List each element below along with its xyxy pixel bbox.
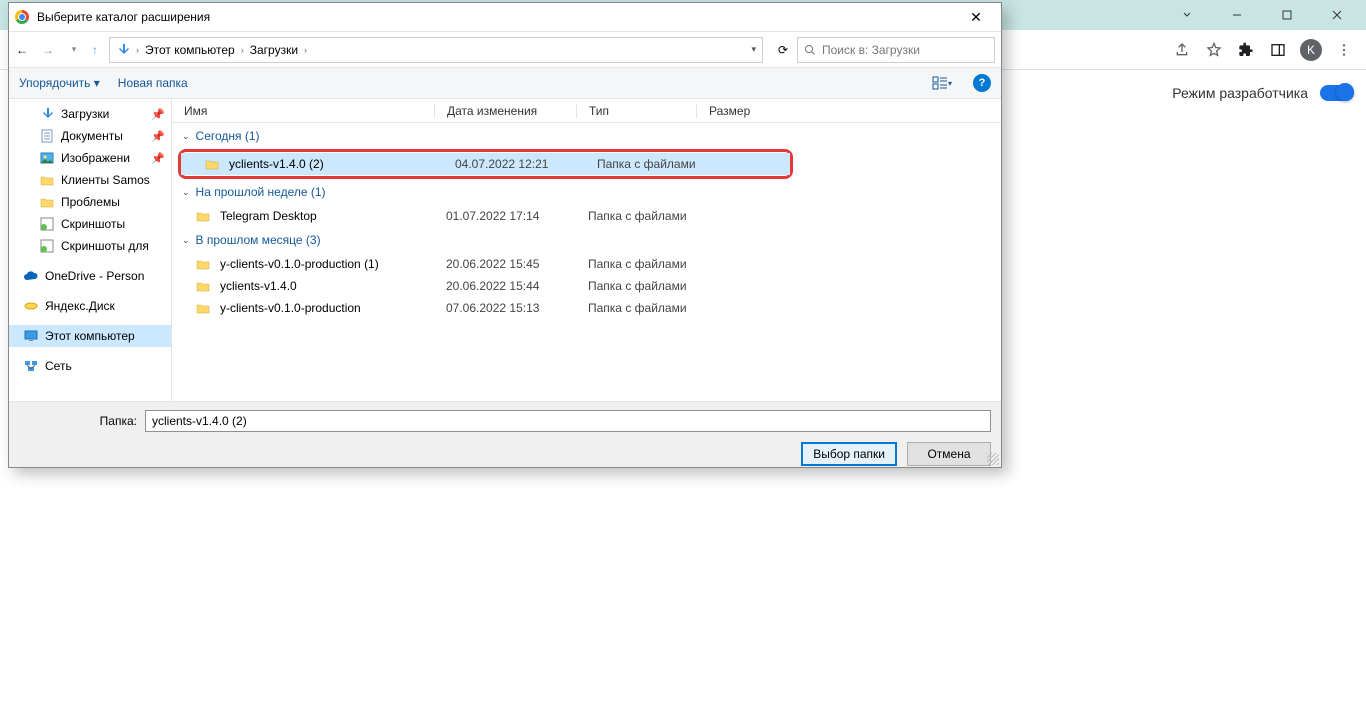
dialog-footer: Папка: Выбор папки Отмена [9, 401, 1001, 467]
col-name[interactable]: Имя [172, 104, 434, 118]
cloud-icon [23, 268, 39, 284]
dialog-close-button[interactable]: ✕ [957, 6, 995, 28]
search-input[interactable]: Поиск в: Загрузки [797, 37, 995, 63]
developer-mode-toggle[interactable] [1320, 85, 1354, 101]
organize-button[interactable]: Упорядочить ▾ [19, 76, 100, 90]
browser-chevron-icon[interactable] [1166, 1, 1208, 29]
minimize-button[interactable] [1216, 1, 1258, 29]
folder-icon [39, 194, 55, 210]
breadcrumb-folder[interactable]: Загрузки [250, 43, 298, 57]
dialog-title: Выберите каталог расширения [37, 10, 210, 24]
downloads-path-icon [116, 43, 130, 57]
folder-name-input[interactable] [145, 410, 991, 432]
path-dropdown-icon[interactable]: ▾ [751, 44, 756, 55]
sidebar-item-downloads[interactable]: Загрузки📌 [9, 103, 171, 125]
search-placeholder: Поиск в: Загрузки [822, 43, 920, 57]
close-button[interactable] [1316, 1, 1358, 29]
select-folder-button[interactable]: Выбор папки [801, 442, 897, 466]
folder-icon [196, 280, 210, 292]
screenshot-icon [39, 238, 55, 254]
yandex-disk-icon [23, 298, 39, 314]
developer-mode-label: Режим разработчика [1172, 85, 1308, 101]
folder-field-label: Папка: [19, 414, 137, 428]
file-row[interactable]: Telegram Desktop 01.07.2022 17:14 Папка … [172, 205, 1001, 227]
dialog-body: Загрузки📌 Документы📌 Изображени📌 Клиенты… [9, 99, 1001, 401]
chevron-right-icon: › [241, 45, 244, 55]
sidebar-item-pictures[interactable]: Изображени📌 [9, 147, 171, 169]
pin-icon: 📌 [151, 108, 165, 121]
column-headers[interactable]: Имя Дата изменения Тип Размер [172, 99, 1001, 123]
col-type[interactable]: Тип [576, 104, 696, 118]
sidepanel-icon[interactable] [1268, 40, 1288, 60]
file-row[interactable]: yclients-v1.4.0 20.06.2022 15:44 Папка с… [172, 275, 1001, 297]
breadcrumb-root[interactable]: Этот компьютер [145, 43, 235, 57]
documents-icon [39, 128, 55, 144]
up-button[interactable]: ↑ [87, 43, 103, 57]
chevron-down-icon: ⌄ [182, 235, 190, 246]
sidebar-item-screenshots-for[interactable]: Скриншоты для [9, 235, 171, 257]
group-header[interactable]: ⌄В прошлом месяце (3) [172, 227, 1001, 253]
folder-icon [196, 210, 210, 222]
pin-icon: 📌 [151, 130, 165, 143]
folder-icon [196, 258, 210, 270]
cancel-button[interactable]: Отмена [907, 442, 991, 466]
col-date[interactable]: Дата изменения [434, 104, 576, 118]
extensions-icon[interactable] [1236, 40, 1256, 60]
group-header[interactable]: ⌄На прошлой неделе (1) [172, 179, 1001, 205]
maximize-button[interactable] [1266, 1, 1308, 29]
recent-chevron-icon[interactable]: ▾ [61, 44, 87, 55]
chevron-down-icon: ⌄ [182, 131, 190, 142]
chrome-icon [15, 10, 29, 24]
help-button[interactable]: ? [973, 74, 991, 92]
pin-icon: 📌 [151, 152, 165, 165]
chevron-right-icon: › [304, 45, 307, 55]
resize-grip[interactable] [987, 453, 999, 465]
folder-picker-dialog: Выберите каталог расширения ✕ ← → ▾ ↑ › … [8, 2, 1002, 468]
sidebar-item-this-pc[interactable]: Этот компьютер [9, 325, 171, 347]
file-row[interactable]: y-clients-v0.1.0-production 07.06.2022 1… [172, 297, 1001, 319]
refresh-button[interactable]: ⟳ [769, 43, 797, 57]
folder-icon [196, 302, 210, 314]
sidebar-item-clients[interactable]: Клиенты Samos [9, 169, 171, 191]
group-header[interactable]: ⌄Сегодня (1) [172, 123, 1001, 149]
breadcrumb-bar[interactable]: › Этот компьютер › Загрузки › ▾ [109, 37, 763, 63]
sidebar-item-screenshots[interactable]: Скриншоты [9, 213, 171, 235]
dialog-toolbar: Упорядочить ▾ Новая папка ▾ ? [9, 67, 1001, 99]
search-icon [804, 44, 816, 56]
sidebar-item-documents[interactable]: Документы📌 [9, 125, 171, 147]
folder-icon [39, 172, 55, 188]
chevron-down-icon: ⌄ [182, 187, 190, 198]
sidebar-item-network[interactable]: Сеть [9, 355, 171, 377]
avatar-letter: K [1307, 43, 1315, 57]
sidebar: Загрузки📌 Документы📌 Изображени📌 Клиенты… [9, 99, 171, 401]
sidebar-item-onedrive[interactable]: OneDrive - Person [9, 265, 171, 287]
view-mode-button[interactable]: ▾ [929, 76, 955, 90]
highlighted-row-callout: yclients-v1.4.0 (2) 04.07.2022 12:21 Пап… [178, 149, 793, 179]
menu-icon[interactable] [1334, 40, 1354, 60]
computer-icon [23, 328, 39, 344]
chevron-right-icon: › [136, 45, 139, 55]
file-row[interactable]: yclients-v1.4.0 (2) 04.07.2022 12:21 Пап… [181, 153, 790, 175]
back-button[interactable]: ← [9, 43, 35, 57]
sidebar-item-yandex[interactable]: Яндекс.Диск [9, 295, 171, 317]
file-list: Имя Дата изменения Тип Размер ⌄Сегодня (… [171, 99, 1001, 401]
downloads-icon [39, 106, 55, 122]
share-icon[interactable] [1172, 40, 1192, 60]
dialog-nav: ← → ▾ ↑ › Этот компьютер › Загрузки › ▾ … [9, 31, 1001, 67]
forward-button[interactable]: → [35, 43, 61, 57]
developer-mode-row: Режим разработчика [1172, 85, 1354, 101]
folder-icon [205, 158, 219, 170]
new-folder-button[interactable]: Новая папка [118, 76, 188, 90]
col-size[interactable]: Размер [696, 104, 796, 118]
dialog-titlebar: Выберите каталог расширения ✕ [9, 3, 1001, 31]
star-icon[interactable] [1204, 40, 1224, 60]
file-row[interactable]: y-clients-v0.1.0-production (1) 20.06.20… [172, 253, 1001, 275]
screenshot-icon [39, 216, 55, 232]
network-icon [23, 358, 39, 374]
profile-avatar[interactable]: K [1300, 39, 1322, 61]
pictures-icon [39, 150, 55, 166]
sidebar-item-problems[interactable]: Проблемы [9, 191, 171, 213]
